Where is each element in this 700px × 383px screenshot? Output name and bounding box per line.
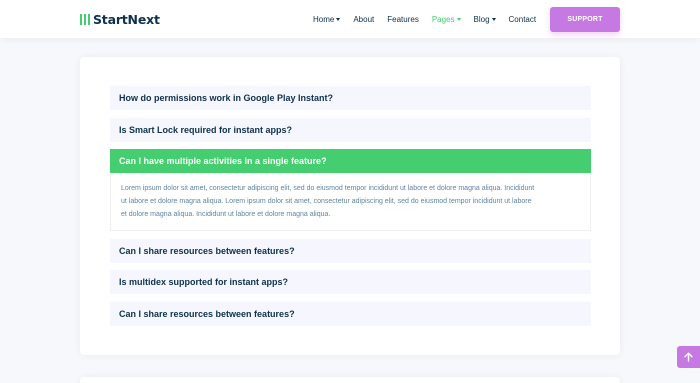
nav-item-label: Pages (431, 14, 455, 24)
nav-item-blog[interactable]: Blog (474, 15, 496, 24)
nav-item-about[interactable]: About (353, 15, 374, 24)
back-to-top-button[interactable] (677, 346, 700, 368)
chevron-down-icon (491, 17, 496, 21)
support-button[interactable]: SUPPORT (550, 7, 620, 32)
nav-item-pages[interactable]: Pages (432, 15, 461, 24)
faq-item[interactable]: How do permissions work in Google Play I… (110, 86, 591, 110)
nav-item-contact[interactable]: Contact (509, 15, 537, 24)
nav-item-label: Contact (508, 14, 537, 24)
chevron-down-icon (336, 17, 341, 21)
faq-item[interactable]: Can I share resources between features? (110, 239, 591, 263)
faq-answer: Lorem ipsum dolor sit amet, consectetur … (110, 173, 591, 231)
arrow-up-icon (684, 352, 693, 362)
nav-item-label: Blog (473, 14, 490, 24)
faq-question[interactable]: Can I share resources between features? (110, 239, 591, 263)
faq-answer-line: ut labore et dolore magna aliqua. Lorem … (121, 197, 532, 205)
nav-item-home[interactable]: Home (313, 14, 341, 24)
logo-text: StartNext (93, 11, 160, 27)
nav-item-label: Features (387, 14, 419, 24)
faq-question[interactable]: Is multidex supported for instant apps? (110, 270, 591, 294)
logo-bars-icon (80, 13, 90, 25)
site-header: StartNext Home About Features Pages Blog… (0, 0, 700, 38)
faq-question[interactable]: How do permissions work in Google Play I… (110, 86, 591, 110)
faq-item[interactable]: Is multidex supported for instant apps? (110, 270, 591, 294)
chevron-down-icon (456, 17, 461, 21)
nav-item-label: About (353, 14, 375, 24)
faq-question[interactable]: Can I share resources between features? (110, 302, 591, 326)
faq-answer-line: Lorem ipsum dolor sit amet, consectetur … (121, 185, 535, 192)
nav-item-label: Home (313, 14, 335, 24)
nav-item-features[interactable]: Features (387, 15, 419, 24)
main-nav: Home About Features Pages Blog Contact (313, 13, 549, 25)
faq-item[interactable]: Can I share resources between features? (110, 302, 591, 326)
next-section-card (80, 377, 620, 383)
faq-item[interactable]: Is Smart Lock required for instant apps? (110, 118, 591, 142)
faq-question[interactable]: Can I have multiple activities in a sing… (110, 149, 591, 173)
faq-item-open[interactable]: Can I have multiple activities in a sing… (110, 149, 591, 173)
logo[interactable]: StartNext (80, 11, 160, 27)
faq-answer-line: et dolore magna aliqua. Incididunt ut la… (121, 210, 331, 218)
faq-question[interactable]: Is Smart Lock required for instant apps? (110, 118, 591, 142)
